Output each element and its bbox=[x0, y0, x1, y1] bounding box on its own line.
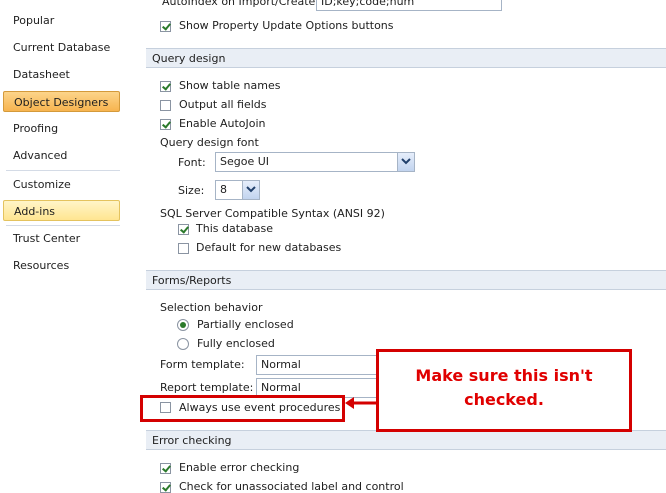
selection-behavior-label: Selection behavior bbox=[160, 301, 263, 314]
nav-divider bbox=[6, 225, 120, 226]
output-all-fields-label: Output all fields bbox=[179, 98, 267, 111]
form-template-value: Normal bbox=[261, 358, 301, 371]
output-all-fields-checkbox[interactable] bbox=[160, 100, 171, 111]
sql-syntax-label: SQL Server Compatible Syntax (ANSI 92) bbox=[160, 207, 385, 220]
chevron-down-icon bbox=[401, 158, 411, 165]
nav-item-advanced[interactable]: Advanced bbox=[3, 145, 120, 166]
nav-item-datasheet[interactable]: Datasheet bbox=[3, 64, 120, 85]
autoindex-input[interactable]: ID;key;code;num bbox=[316, 0, 502, 11]
size-label: Size: bbox=[178, 184, 205, 197]
enable-error-checking-label: Enable error checking bbox=[179, 461, 300, 474]
annotation-text: Make sure this isn't checked. bbox=[415, 366, 593, 409]
form-template-input[interactable]: Normal bbox=[256, 355, 380, 375]
check-unassociated-label-label: Check for unassociated label and control bbox=[179, 480, 404, 493]
fully-enclosed-label: Fully enclosed bbox=[197, 337, 275, 350]
size-select-value: 8 bbox=[220, 183, 227, 196]
report-template-label: Report template: bbox=[160, 381, 254, 394]
nav-item-current-database[interactable]: Current Database bbox=[3, 37, 120, 58]
default-new-databases-checkbox[interactable] bbox=[178, 243, 189, 254]
size-select[interactable]: 8 bbox=[215, 180, 260, 200]
show-table-names-checkbox[interactable] bbox=[160, 81, 171, 92]
default-new-databases-label: Default for new databases bbox=[196, 241, 342, 254]
nav-item-add-ins[interactable]: Add-ins bbox=[3, 200, 120, 221]
nav-item-resources[interactable]: Resources bbox=[3, 255, 120, 276]
section-header-query-design: Query design bbox=[146, 48, 666, 68]
chevron-down-icon bbox=[246, 186, 256, 193]
font-select[interactable]: Segoe UI bbox=[215, 152, 415, 172]
autoindex-label: AutoIndex on Import/Create: bbox=[162, 0, 319, 8]
enable-autojoin-label: Enable AutoJoin bbox=[179, 117, 266, 130]
show-property-update-label: Show Property Update Options buttons bbox=[179, 19, 394, 32]
nav-item-trust-center[interactable]: Trust Center bbox=[3, 228, 120, 249]
font-select-value: Segoe UI bbox=[220, 155, 270, 168]
nav-item-customize[interactable]: Customize bbox=[3, 174, 120, 195]
form-template-label: Form template: bbox=[160, 358, 245, 371]
autoindex-value: ID;key;code;num bbox=[321, 0, 415, 8]
nav-item-proofing[interactable]: Proofing bbox=[3, 118, 120, 139]
this-database-label: This database bbox=[196, 222, 273, 235]
this-database-checkbox[interactable] bbox=[178, 224, 189, 235]
check-unassociated-label-checkbox[interactable] bbox=[160, 482, 171, 493]
section-header-forms-reports: Forms/Reports bbox=[146, 270, 666, 290]
query-design-font-label: Query design font bbox=[160, 136, 259, 149]
section-header-error-checking: Error checking bbox=[146, 430, 666, 450]
nav-divider bbox=[6, 170, 120, 171]
annotation-highlight-box bbox=[140, 395, 345, 422]
font-label: Font: bbox=[178, 156, 206, 169]
enable-error-checking-checkbox[interactable] bbox=[160, 463, 171, 474]
nav-item-popular[interactable]: Popular bbox=[3, 10, 120, 31]
partially-enclosed-radio[interactable] bbox=[177, 319, 189, 331]
enable-autojoin-checkbox[interactable] bbox=[160, 119, 171, 130]
size-dropdown-button[interactable] bbox=[242, 181, 259, 199]
annotation-arrow-icon bbox=[345, 397, 377, 409]
options-nav: Popular Current Database Datasheet Objec… bbox=[0, 0, 129, 493]
show-table-names-label: Show table names bbox=[179, 79, 281, 92]
annotation-callout: Make sure this isn't checked. bbox=[376, 349, 632, 432]
partially-enclosed-label: Partially enclosed bbox=[197, 318, 294, 331]
nav-item-object-designers[interactable]: Object Designers bbox=[3, 91, 120, 112]
fully-enclosed-radio[interactable] bbox=[177, 338, 189, 350]
report-template-value: Normal bbox=[261, 381, 301, 394]
show-property-update-checkbox[interactable] bbox=[160, 21, 171, 32]
font-dropdown-button[interactable] bbox=[397, 153, 414, 171]
